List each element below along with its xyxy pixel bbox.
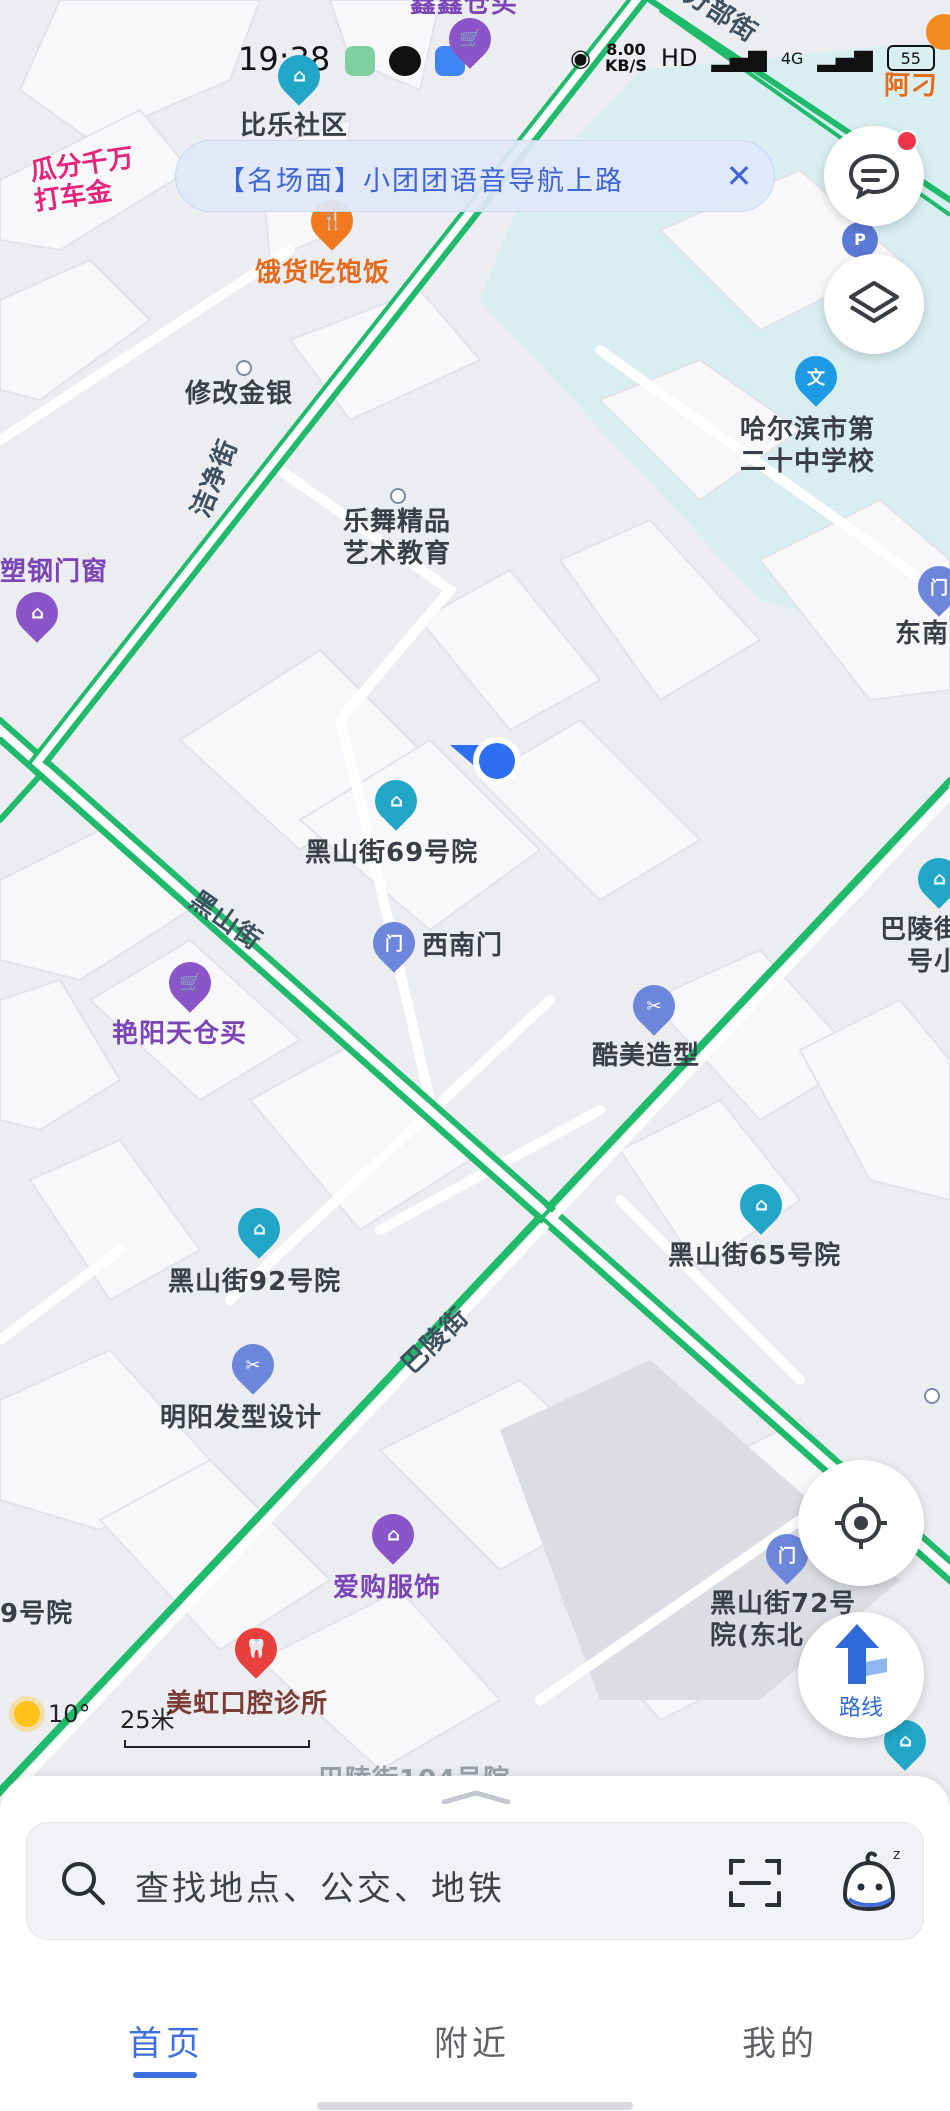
route-button[interactable]: 路线 (798, 1612, 924, 1738)
layers-icon (849, 281, 899, 323)
battery-icon: 55 (886, 45, 935, 71)
locate-me-button[interactable] (798, 1460, 924, 1586)
home-indicator[interactable] (317, 2102, 633, 2110)
voice-navigation-banner[interactable]: 【名场面】小团团语音导航上路 ✕ (175, 140, 775, 212)
signal-icon-2: ▂▄▆ (817, 44, 873, 72)
poi-dot[interactable] (236, 360, 252, 376)
weather-widget[interactable]: 10° (14, 1700, 91, 1728)
poi-dongnan[interactable]: 东南 (895, 618, 949, 650)
poi-kumei[interactable]: 酷美造型 (592, 1040, 700, 1072)
status-right: ◉ 8.00 KB/S HD ▂▄▆ 4G ▂▄▆ 55 (570, 42, 935, 74)
layers-button[interactable] (824, 254, 924, 354)
sheet-handle-icon[interactable] (440, 1790, 512, 1804)
route-label: 路线 (838, 1696, 883, 1721)
poi-harbin-school[interactable]: 哈尔滨市第 二十中学校 (740, 414, 875, 478)
poi-meihong[interactable]: 美虹口腔诊所 (166, 1688, 328, 1720)
message-icon (848, 153, 900, 199)
poi-aigou[interactable]: 爱购服饰 (333, 1572, 441, 1604)
bottom-tab-bar: 首页 附近 我的 (0, 1978, 950, 2111)
poi-dot[interactable] (390, 488, 406, 504)
status-app-icons (345, 46, 465, 76)
scan-icon[interactable] (727, 1855, 783, 1911)
poi-yanyang[interactable]: 艳阳天仓买 (112, 1018, 247, 1050)
app-icon-green (345, 46, 375, 76)
sun-icon (14, 1701, 40, 1727)
search-input[interactable]: 查找地点、公交、地铁 (135, 1861, 505, 1910)
network-speed: 8.00 KB/S (604, 40, 647, 75)
poi-top-cut[interactable]: 鑫鑫仓买 (410, 0, 518, 20)
assistant-avatar-icon[interactable]: z (835, 1845, 907, 1917)
search-bar[interactable]: 查找地点、公交、地铁 z (26, 1822, 924, 1940)
parking-icon[interactable]: P (842, 222, 878, 258)
wechat-icon (389, 46, 421, 76)
temperature: 10° (48, 1700, 91, 1728)
tab-home[interactable]: 首页 (128, 2016, 204, 2065)
poi-gangmenchuang[interactable]: 塑钢门窗 (0, 556, 108, 588)
poi-dot[interactable] (924, 1388, 940, 1404)
poi-eshuo[interactable]: 饿货吃饱饭 (255, 257, 390, 289)
crosshair-icon (835, 1497, 887, 1549)
current-location-dot (479, 743, 515, 779)
poi-bile-community[interactable]: 比乐社区 (240, 110, 348, 142)
poi-lewu[interactable]: 乐舞精品 艺术教育 (343, 506, 451, 570)
message-button[interactable] (824, 126, 924, 226)
poi-heishan69[interactable]: 黑山街69号院 (305, 837, 478, 869)
poi-baling-right[interactable]: 巴陵街 号小 (880, 914, 950, 978)
search-icon (62, 1862, 105, 1905)
poi-xiugai[interactable]: 修改金银 (185, 378, 293, 410)
banner-close-icon[interactable]: ✕ (718, 155, 760, 197)
tab-active-indicator (133, 2072, 197, 2078)
tab-mine[interactable]: 我的 (742, 2016, 818, 2065)
map-scale-bar (124, 1740, 310, 1748)
network-4g: 4G (780, 48, 804, 68)
poi-xinan-gate[interactable]: 西南门 (422, 930, 503, 962)
svg-text:z: z (893, 1847, 900, 1863)
map-scale-label: 25米 (120, 1706, 175, 1734)
location-status-icon: ◉ (570, 44, 591, 72)
banner-text[interactable]: 【名场面】小团团语音导航上路 (218, 159, 624, 198)
hd-indicator: HD (660, 44, 698, 72)
tab-nearby[interactable]: 附近 (434, 2016, 510, 2065)
signal-icon: ▂▄▆ (711, 44, 767, 72)
poi-top-right-brand[interactable]: 阿刁 (884, 70, 938, 102)
notification-dot (896, 130, 918, 152)
poi-yard9[interactable]: 9号院 (0, 1598, 73, 1630)
route-arrow-icon (835, 1624, 887, 1684)
poi-heishan92[interactable]: 黑山街92号院 (168, 1266, 341, 1298)
poi-heishan65[interactable]: 黑山街65号院 (668, 1240, 841, 1272)
poi-mingyang[interactable]: 明阳发型设计 (160, 1402, 322, 1434)
